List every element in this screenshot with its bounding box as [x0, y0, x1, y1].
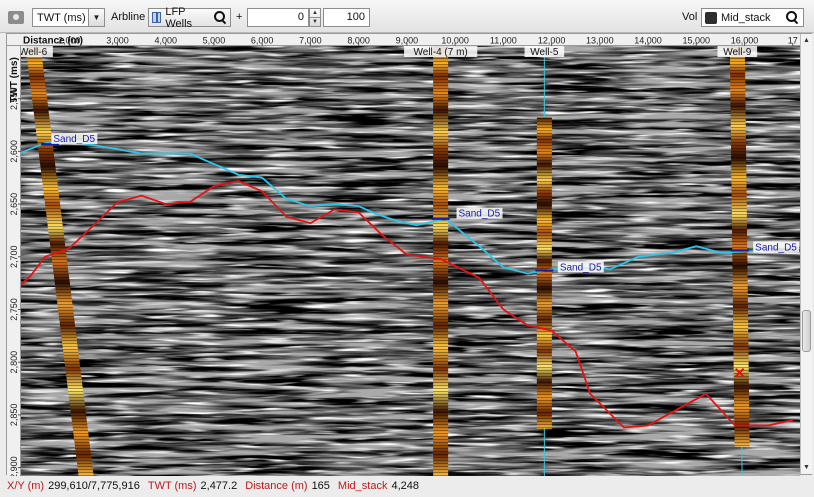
x-tick-label: 13,000 [586, 36, 614, 46]
x-tick-label: 5,000 [203, 36, 226, 46]
vol-label: Vol [682, 11, 698, 23]
well-name-label: Well-4 (7 m) [414, 47, 468, 58]
status-bar: X/Y (m) 299,610/7,775,916 TWT (ms) 2,477… [0, 475, 814, 497]
wells-icon [152, 12, 162, 23]
horizon-label: Sand_D5 [560, 262, 602, 273]
x-tick-label: 12,000 [538, 36, 566, 46]
volume-combo[interactable]: Mid_stack [701, 8, 804, 27]
vertical-scrollbar[interactable]: ▲ ▼ [800, 34, 812, 474]
well-name-label: Well-9 [723, 47, 752, 58]
horizon-label: Sand_D5 [459, 209, 501, 220]
x-tick-label: 7,000 [299, 36, 322, 46]
scroll-up-icon[interactable]: ▲ [801, 35, 812, 46]
well-name-label: Well-5 [530, 47, 559, 58]
x-tick-label: 9,000 [396, 36, 419, 46]
status-twt-value: 2,477.2 [200, 480, 238, 492]
y-tick-label: 2,800 [9, 351, 19, 374]
toolbar: TWT (ms) ▼ Arbline LFP Wells + 0 ▲ ▼ 100… [0, 0, 814, 33]
volume-icon [705, 11, 717, 24]
horizon-label: Sand_D5 [755, 242, 797, 253]
status-distance-value: 165 [311, 480, 330, 492]
well-name-label: Well-6 [21, 47, 48, 58]
y-tick-label: 2,650 [9, 193, 19, 216]
search-icon[interactable] [786, 11, 799, 24]
seismic-reflectors-light [21, 46, 800, 476]
range-input[interactable]: 100 [323, 8, 370, 27]
wells-button-label: LFP Wells [165, 5, 193, 30]
y-tick-label: 2,750 [9, 298, 19, 321]
search-icon[interactable] [214, 11, 227, 24]
x-tick-label: 11,000 [490, 36, 517, 46]
offset-stepper[interactable]: ▲ ▼ [309, 8, 321, 27]
spin-up-icon[interactable]: ▲ [310, 9, 320, 17]
y-tick-label: 2,550 [9, 87, 19, 110]
twt-ruler-svg: TWT (ms) 2,5502,6002,6502,7002,7502,8002… [9, 57, 21, 476]
scroll-down-icon[interactable]: ▼ [801, 462, 812, 473]
horizon-label: Sand_D5 [53, 134, 95, 145]
seismic-section: Sand_D5 Sand_D5 Sand_D5 Sand_D5 Well-6 Well-4… [21, 46, 800, 476]
twt-ruler: TWT (ms) 2,550 2,600 2,650 2,700 2,750 2,800 2… [7, 46, 21, 476]
spin-down-icon[interactable]: ▼ [310, 17, 320, 26]
camera-icon[interactable] [8, 11, 24, 24]
status-twt-label: TWT (ms) [147, 480, 197, 492]
x-tick-label: 15,000 [683, 36, 711, 46]
y-tick-label: 2,850 [9, 404, 19, 427]
status-volume-label: Mid_stack [337, 480, 388, 492]
distance-ruler-svg: Distance (m) 2,000 3,000 4,000 5,000 6,000 7,… [23, 36, 798, 46]
x-tick-label: 8,000 [347, 36, 370, 46]
volume-value: Mid_stack [721, 11, 771, 24]
x-tick-label: 14,000 [634, 36, 662, 46]
scroll-thumb[interactable] [802, 310, 811, 352]
x-tick-label: 6,000 [251, 36, 274, 46]
y-tick-label: 2,900 [9, 456, 19, 476]
seismic-canvas[interactable]: Sand_D5 Sand_D5 Sand_D5 Sand_D5 Well-6 Well-4… [21, 46, 800, 476]
offset-input[interactable]: 0 [247, 8, 309, 27]
status-volume-value: 4,248 [391, 480, 419, 492]
status-xy-value: 299,610/7,775,916 [48, 480, 140, 492]
chevron-down-icon[interactable]: ▼ [88, 9, 104, 26]
domain-combo[interactable]: TWT (ms) ▼ [32, 8, 105, 27]
status-distance-label: Distance (m) [245, 480, 308, 492]
well-log-striations [536, 117, 552, 429]
x-tick-label: 4,000 [154, 36, 177, 46]
domain-value: TWT (ms) [37, 11, 86, 24]
arbline-label: Arbline [111, 11, 146, 23]
x-tick-label: 10,000 [441, 36, 469, 46]
x-tick-label: 16,000 [731, 36, 759, 46]
distance-ruler: Distance (m) 2,000 3,000 4,000 5,000 6,000 7,… [7, 34, 800, 46]
lfp-wells-button[interactable]: LFP Wells [148, 5, 231, 30]
plus-label: + [236, 11, 243, 23]
x-tick-label: 17 [788, 36, 798, 46]
y-tick-label: 2,700 [9, 246, 19, 269]
y-tick-label: 2,600 [9, 140, 19, 163]
seismic-view: Distance (m) 2,000 3,000 4,000 5,000 6,000 7,… [6, 33, 812, 476]
x-tick-label: 3,000 [106, 36, 129, 46]
x-tick-label: 2,000 [58, 36, 81, 46]
status-xy-label: X/Y (m) [7, 480, 45, 492]
